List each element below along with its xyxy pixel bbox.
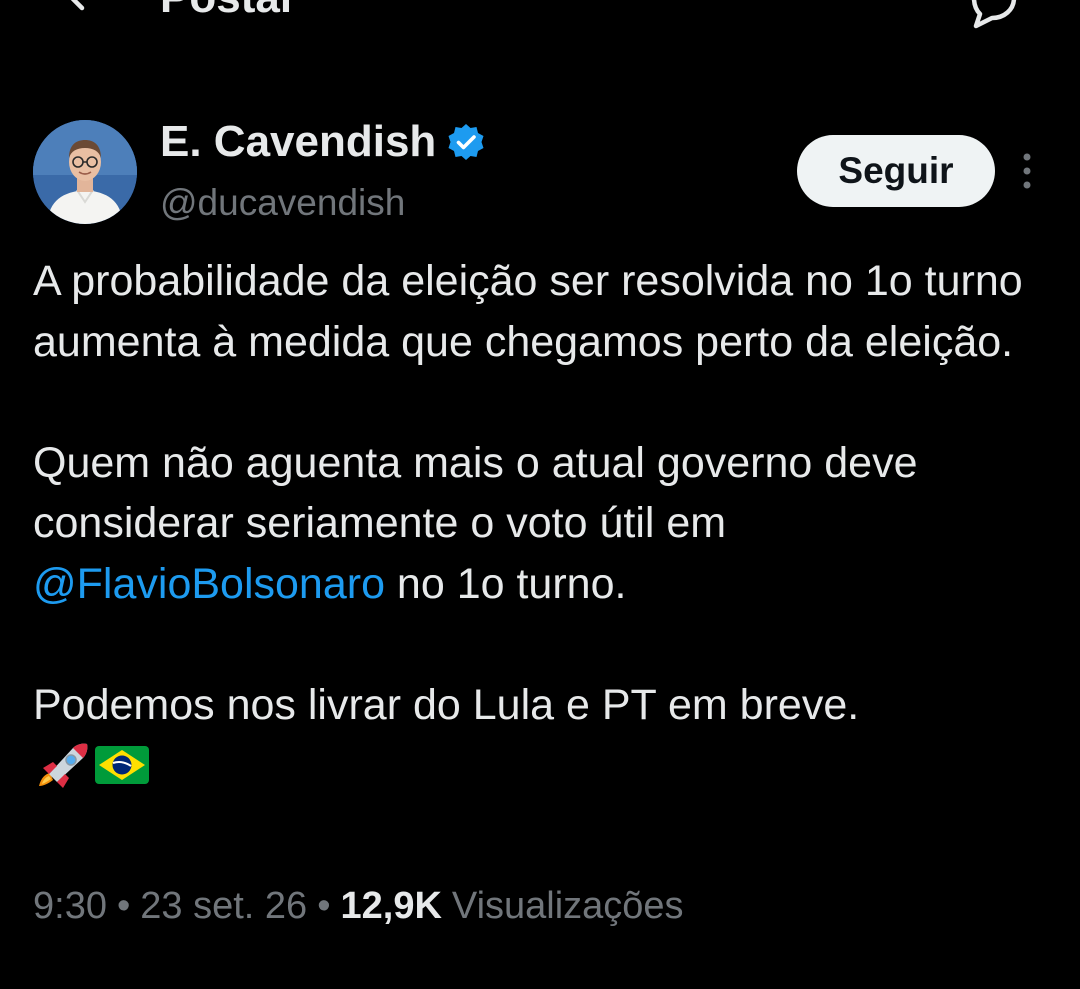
mention-link[interactable]: @FlavioBolsonaro bbox=[33, 560, 385, 608]
tweet-paragraph-2: Quem não aguenta mais o atual governo de… bbox=[33, 433, 1063, 615]
rocket-emoji bbox=[39, 743, 88, 788]
tweet-time[interactable]: 9:30 bbox=[33, 885, 107, 928]
meta-separator: • bbox=[317, 885, 331, 927]
back-arrow-icon bbox=[70, 0, 85, 11]
author-name[interactable]: E. Cavendish bbox=[160, 117, 436, 167]
profile-photo bbox=[33, 120, 137, 224]
tweet-paragraph-2-text: Quem não aguenta mais o atual governo de… bbox=[33, 438, 918, 548]
tweet-paragraph-3: Podemos nos livrar do Lula e PT em breve… bbox=[33, 680, 860, 729]
views-count[interactable]: 12,9K bbox=[341, 885, 442, 928]
more-options-button[interactable] bbox=[1012, 150, 1042, 194]
emoji-row bbox=[33, 735, 1063, 795]
page-title: Postar bbox=[160, 0, 297, 20]
tweet-meta: 9:30 • 23 set. 26 • 12,9K Visualizações bbox=[33, 885, 684, 928]
tweet-paragraph-1: A probabilidade da eleição ser resolvida… bbox=[33, 257, 1023, 366]
brazil-flag-emoji bbox=[95, 746, 149, 784]
more-vertical-icon bbox=[1023, 153, 1031, 189]
author-handle[interactable]: @ducavendish bbox=[160, 182, 405, 224]
reply-button[interactable] bbox=[962, 0, 1022, 30]
views-label[interactable]: Visualizações bbox=[452, 885, 684, 928]
reply-icon bbox=[971, 0, 1017, 29]
tweet-text: A probabilidade da eleição ser resolvida… bbox=[33, 251, 1063, 795]
verified-badge-icon[interactable] bbox=[446, 122, 486, 162]
top-bar: Postar bbox=[0, 0, 1080, 40]
tweet-paragraph-2-end: no 1o turno. bbox=[384, 559, 627, 608]
tweet-date[interactable]: 23 set. 26 bbox=[140, 885, 307, 928]
meta-separator: • bbox=[116, 885, 131, 927]
avatar[interactable] bbox=[33, 120, 137, 224]
author-name-row: E. Cavendish bbox=[160, 117, 486, 167]
back-button[interactable] bbox=[58, 0, 112, 20]
follow-button[interactable]: Seguir bbox=[797, 135, 995, 207]
